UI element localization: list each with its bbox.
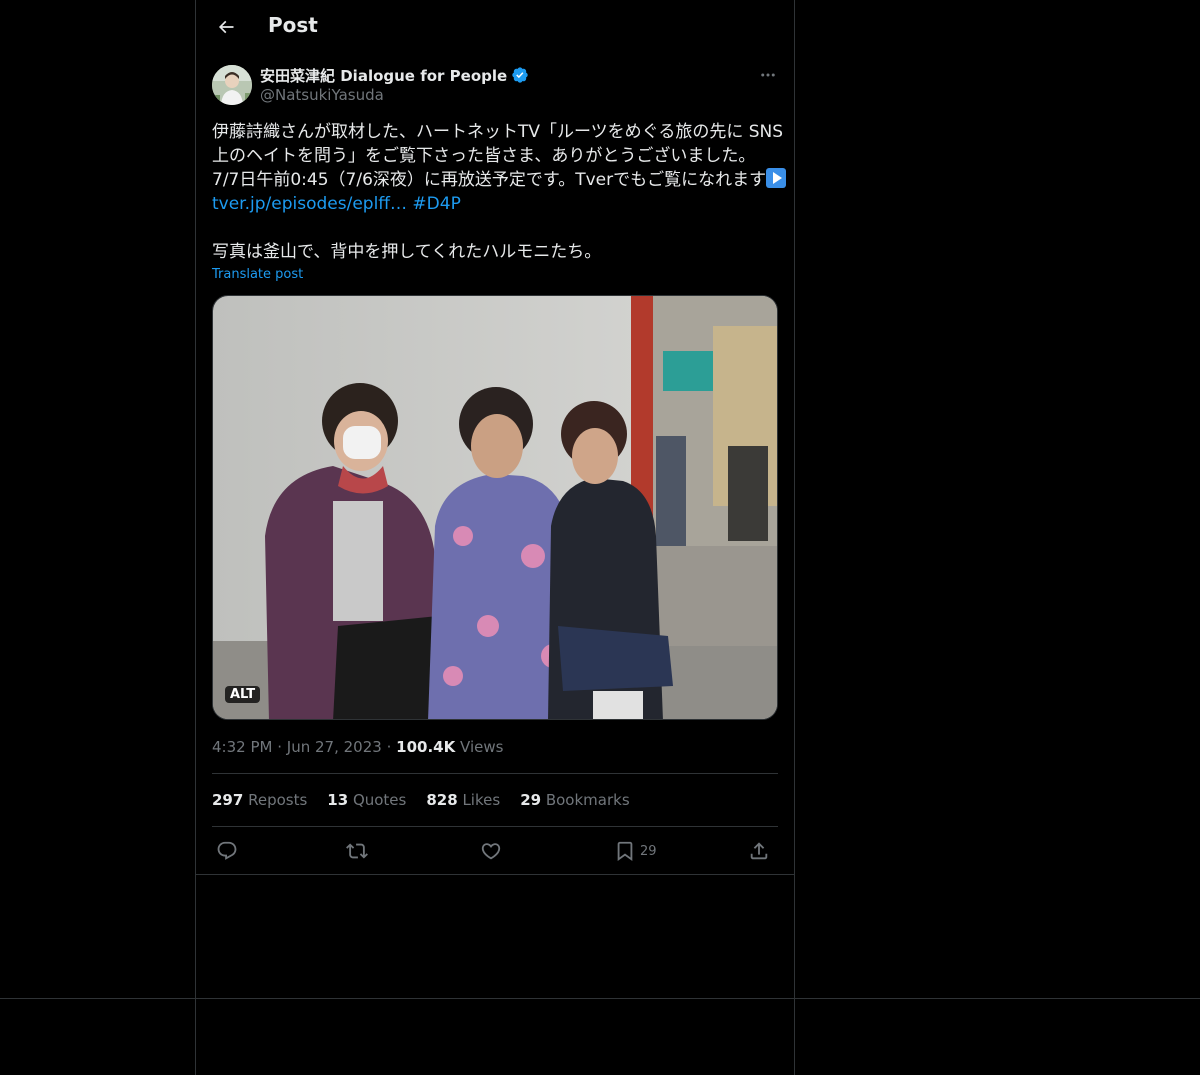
quotes-count: 13 [327,791,349,809]
post-stats: 297 Reposts 13 Quotes 828 Likes 29 Bookm… [212,791,630,811]
heart-icon [481,843,501,860]
repost-icon [346,843,368,859]
post-photo[interactable]: ALT [212,295,778,720]
reposts-label: Reposts [248,791,308,809]
post-text-blank-line [212,216,782,240]
like-button[interactable] [480,838,502,864]
divider [212,826,778,827]
quotes-stat[interactable]: 13 Quotes [327,791,406,811]
arrow-left-icon [218,20,234,34]
share-icon [750,842,768,860]
post-header: Post [196,0,794,54]
back-button[interactable] [208,9,244,45]
bookmark-count: 29 [640,843,657,859]
author-display-name[interactable]: 安田菜津紀 Dialogue for People [260,65,507,86]
reply-icon [217,841,237,860]
likes-count: 828 [426,791,458,809]
post-text-line: 伊藤詩織さんが取材した、ハートネットTV「ルーツをめぐる旅の先に SNS [212,122,784,142]
avatar[interactable] [212,65,252,105]
right-column-border [794,0,795,1075]
avatar-image [212,65,252,105]
reposts-stat[interactable]: 297 Reposts [212,791,307,811]
photo-image [213,296,777,719]
horizontal-guide [0,998,1200,999]
likes-stat[interactable]: 828 Likes [426,791,500,811]
play-button-emoji-icon [766,168,787,188]
bookmarks-label: Bookmarks [545,791,630,809]
post-meta: 4:32 PM · Jun 27, 2023 · 100.4K Views [212,738,503,756]
reply-button[interactable] [216,838,238,864]
verified-badge-icon [512,67,528,83]
bookmark-button[interactable]: 29 [614,838,657,864]
author-name-row[interactable]: 安田菜津紀 Dialogue for People [260,65,529,85]
bookmarks-count: 29 [520,791,542,809]
more-options-button[interactable] [756,64,780,86]
post-link[interactable]: tver.jp/episodes/eplff… [212,194,407,214]
post-text: 伊藤詩織さんが取材した、ハートネットTV「ルーツをめぐる旅の先に SNS 上のヘ… [212,120,787,264]
bookmark-icon [617,841,633,862]
post-date[interactable]: Jun 27, 2023 [287,738,382,756]
post-text-line: 上のヘイトを問う」をご覧下さった皆さま、ありがとうございました。 [212,146,756,166]
divider [212,773,778,774]
views-label: Views [460,738,504,756]
translate-post-link[interactable]: Translate post [212,267,303,282]
meta-separator: · [386,738,392,756]
action-bar: 29 [212,838,778,864]
repost-button[interactable] [346,838,368,864]
post-text-line: 写真は釜山で、背中を押してくれたハルモニたち。 [212,242,602,262]
post-text-line: 7/7日午前0:45（7/6深夜）に再放送予定です。Tverでもご覧になれます [212,168,787,192]
share-button[interactable] [748,838,770,864]
likes-label: Likes [462,791,501,809]
views-count: 100.4K [396,738,456,756]
post-detail-column: Post 安田菜津紀 Dialogue for People @NatsukiY… [196,0,794,875]
author-handle[interactable]: @NatsukiYasuda [260,86,384,104]
page-title: Post [268,13,318,37]
post-text-line: tver.jp/episodes/eplff… #D4P [212,192,782,216]
post-text-segment: 7/7日午前0:45（7/6深夜）に再放送予定です。Tverでもご覧になれます [212,170,767,190]
hashtag-link[interactable]: #D4P [412,194,460,214]
alt-text-badge[interactable]: ALT [225,686,261,703]
bookmarks-stat[interactable]: 29 Bookmarks [520,791,629,811]
post-time[interactable]: 4:32 PM [212,738,272,756]
meta-separator: · [277,738,283,756]
more-dots-icon [761,73,775,77]
quotes-label: Quotes [352,791,407,809]
reposts-count: 297 [212,791,244,809]
